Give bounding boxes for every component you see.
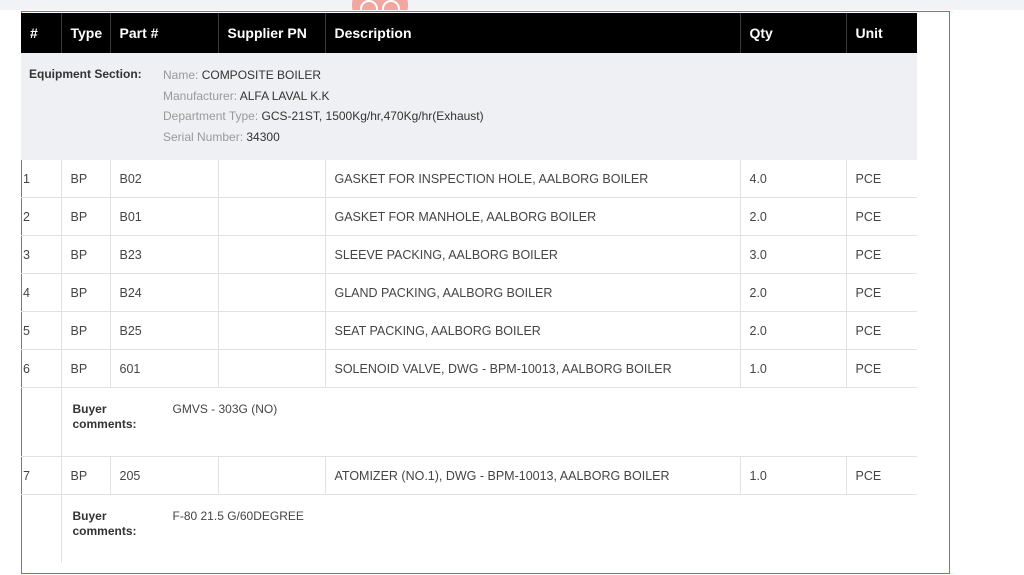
- buyer-comments-label: Buyer comments:: [72, 402, 137, 431]
- comment-spacer: [21, 387, 62, 457]
- row-qty: 2.0: [740, 197, 847, 236]
- row-type: BP: [61, 273, 111, 312]
- row-qty: 1.0: [740, 456, 847, 495]
- comment-cell: Buyer comments: F-80 21.5 G/60DEGREE: [61, 495, 917, 564]
- row-description: SOLENOID VALVE, DWG - BPM-10013, AALBORG…: [325, 349, 741, 388]
- table-row[interactable]: 4 BP B24 GLAND PACKING, AALBORG BOILER 2…: [21, 273, 917, 312]
- row-description: SLEEVE PACKING, AALBORG BOILER: [325, 235, 741, 274]
- search-icon: [382, 0, 400, 10]
- row-num: 4: [21, 273, 62, 312]
- col-header-part[interactable]: Part #: [110, 13, 219, 53]
- browser-toolbar-strip: [0, 0, 1024, 10]
- row-part: B24: [110, 273, 219, 312]
- row-part: B23: [110, 235, 219, 274]
- row-qty: 2.0: [740, 273, 847, 312]
- table-row[interactable]: 6 BP 601 SOLENOID VALVE, DWG - BPM-10013…: [21, 349, 917, 388]
- equipment-department-type: Department Type: GCS-21ST, 1500Kg/hr,470…: [163, 109, 484, 123]
- table-header-row: # Type Part # Supplier PN Description Qt…: [21, 13, 917, 53]
- row-unit: PCE: [846, 235, 917, 274]
- row-type: BP: [61, 235, 111, 274]
- row-supplier-pn: [218, 456, 326, 495]
- row-qty: 2.0: [740, 311, 847, 350]
- row-num: 2: [21, 197, 62, 236]
- row-supplier-pn: [218, 235, 326, 274]
- row-unit: PCE: [846, 197, 917, 236]
- row-unit: PCE: [846, 349, 917, 388]
- col-header-type[interactable]: Type: [61, 13, 111, 53]
- table-row[interactable]: 5 BP B25 SEAT PACKING, AALBORG BOILER 2.…: [21, 311, 917, 350]
- row-description: ATOMIZER (NO.1), DWG - BPM-10013, AALBOR…: [325, 456, 741, 495]
- row-part: B25: [110, 311, 219, 350]
- col-header-num[interactable]: #: [21, 13, 62, 53]
- table-row[interactable]: 1 BP B02 GASKET FOR INSPECTION HOLE, AAL…: [21, 160, 917, 198]
- row-qty: 4.0: [740, 160, 847, 198]
- row-unit: PCE: [846, 311, 917, 350]
- buyer-comments-text: F-80 21.5 G/60DEGREE: [172, 509, 304, 523]
- table-row[interactable]: 2 BP B01 GASKET FOR MANHOLE, AALBORG BOI…: [21, 197, 917, 236]
- row-supplier-pn: [218, 311, 326, 350]
- row-type: BP: [61, 349, 111, 388]
- row-type: BP: [61, 311, 111, 350]
- row-part: B02: [110, 160, 219, 198]
- extension-badge-icon[interactable]: [352, 0, 408, 10]
- row-num: 7: [21, 456, 62, 495]
- buyer-comment-row: Buyer comments: F-80 21.5 G/60DEGREE: [21, 494, 917, 564]
- buyer-comment-row: Buyer comments: GMVS - 303G (NO): [21, 387, 917, 457]
- row-supplier-pn: [218, 273, 326, 312]
- row-supplier-pn: [218, 160, 326, 198]
- comment-spacer: [21, 494, 62, 563]
- extension-circle-icon: [360, 0, 378, 10]
- col-header-unit[interactable]: Unit: [846, 13, 917, 53]
- buyer-comments-text: GMVS - 303G (NO): [172, 402, 278, 416]
- buyer-comments-label: Buyer comments:: [72, 509, 137, 538]
- row-type: BP: [61, 197, 111, 236]
- equipment-manufacturer: Manufacturer: ALFA LAVAL K.K: [163, 88, 330, 103]
- row-qty: 1.0: [740, 349, 847, 388]
- row-part: B01: [110, 197, 219, 236]
- row-supplier-pn: [218, 349, 326, 388]
- equipment-name: Name: COMPOSITE BOILER: [163, 68, 322, 82]
- row-num: 3: [21, 235, 62, 274]
- row-unit: PCE: [846, 456, 917, 495]
- table-row[interactable]: 7 BP 205 ATOMIZER (NO.1), DWG - BPM-1001…: [21, 456, 917, 495]
- row-description: SEAT PACKING, AALBORG BOILER: [325, 311, 741, 350]
- col-header-qty[interactable]: Qty: [740, 13, 847, 53]
- row-description: GASKET FOR MANHOLE, AALBORG BOILER: [325, 197, 741, 236]
- row-qty: 3.0: [740, 235, 847, 274]
- comment-cell: Buyer comments: GMVS - 303G (NO): [61, 387, 917, 457]
- row-num: 1: [21, 160, 62, 198]
- equipment-details-cell: Name: COMPOSITE BOILER Manufacturer: ALF…: [163, 53, 917, 160]
- row-unit: PCE: [846, 273, 917, 312]
- row-type: BP: [61, 160, 111, 198]
- equipment-section-row: Equipment Section: Name: COMPOSITE BOILE…: [21, 53, 917, 160]
- row-type: BP: [61, 456, 111, 495]
- parts-table: # Type Part # Supplier PN Description Qt…: [21, 13, 917, 563]
- col-header-supplier-pn[interactable]: Supplier PN: [218, 13, 326, 53]
- row-supplier-pn: [218, 197, 326, 236]
- row-unit: PCE: [846, 160, 917, 198]
- table-row[interactable]: 3 BP B23 SLEEVE PACKING, AALBORG BOILER …: [21, 235, 917, 274]
- equipment-serial-number: Serial Number: 34300: [163, 129, 280, 144]
- col-header-description[interactable]: Description: [325, 13, 741, 53]
- row-num: 5: [21, 311, 62, 350]
- row-part: 601: [110, 349, 219, 388]
- row-part: 205: [110, 456, 219, 495]
- row-description: GLAND PACKING, AALBORG BOILER: [325, 273, 741, 312]
- row-num: 6: [21, 349, 62, 388]
- row-description: GASKET FOR INSPECTION HOLE, AALBORG BOIL…: [325, 160, 741, 198]
